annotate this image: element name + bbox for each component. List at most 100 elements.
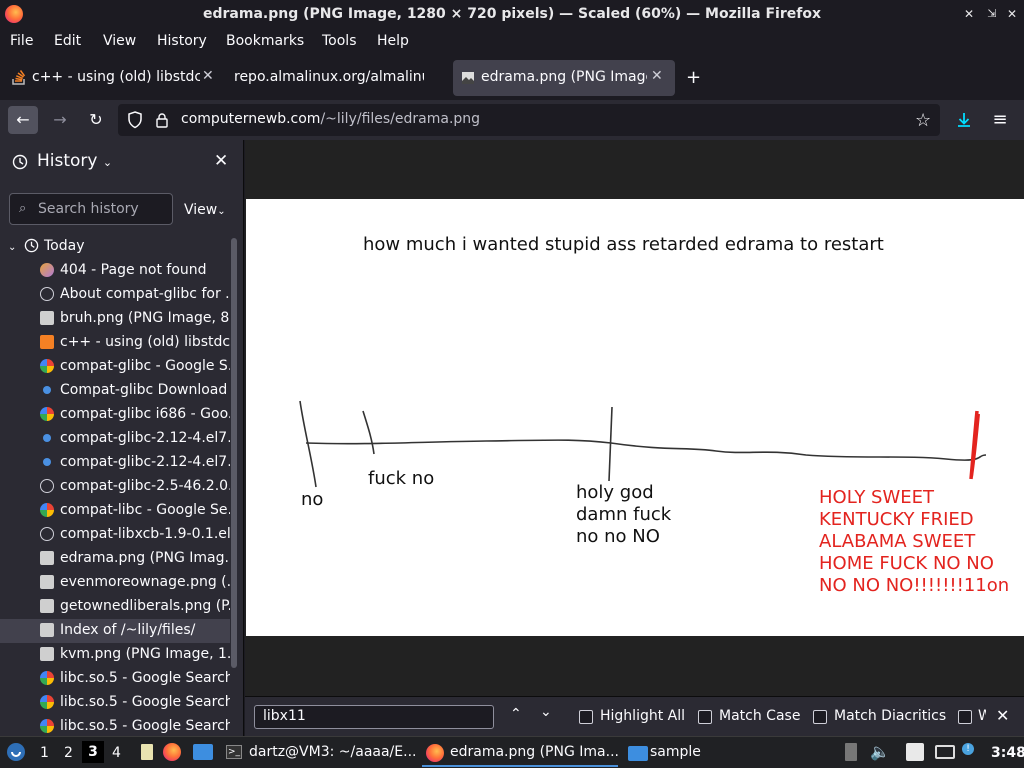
hamburger-menu-icon[interactable]: ≡: [985, 106, 1015, 134]
history-sidebar: History ⌄ ✕ ⌕ Search history View⌄ ⌄ Tod…: [0, 140, 244, 736]
history-item[interactable]: getownedliberals.png (P...: [38, 595, 230, 619]
match-diacritics-label: Match Diacritics: [834, 708, 947, 724]
sidebar-scrollbar[interactable]: [231, 238, 237, 668]
history-item[interactable]: compat-libxcb-1.9-0.1.el...: [38, 523, 230, 547]
maximize-icon[interactable]: ⇲: [983, 5, 1001, 23]
history-item[interactable]: About compat-glibc for ...: [38, 283, 230, 307]
history-item[interactable]: compat-glibc-2.12-4.el7...: [38, 427, 230, 451]
search-icon: ⌕: [19, 201, 27, 216]
sidebar-title[interactable]: History ⌄: [37, 151, 112, 171]
history-item[interactable]: compat-glibc - Google S...: [38, 355, 230, 379]
history-item-label: kvm.png (PNG Image, 1...: [60, 646, 230, 662]
find-previous-icon[interactable]: ⌃: [510, 706, 522, 722]
page-content: how much i wanted stupid ass retarded ed…: [245, 140, 1024, 696]
url-bar[interactable]: computernewb.com/~lily/files/edrama.png …: [118, 104, 940, 136]
menu-bar: File Edit View History Bookmarks Tools H…: [0, 30, 1024, 56]
menu-help[interactable]: Help: [377, 33, 409, 49]
close-tab-icon[interactable]: ✕: [651, 68, 663, 84]
history-item[interactable]: Index of /~lily/files/: [0, 619, 230, 643]
history-item-label: compat-libxcb-1.9-0.1.el...: [60, 526, 230, 542]
start-menu-icon[interactable]: [6, 742, 26, 766]
workspace-3[interactable]: 3: [82, 741, 104, 763]
history-item[interactable]: kvm.png (PNG Image, 1...: [38, 643, 230, 667]
clock[interactable]: 3:48: [991, 745, 1024, 761]
google-icon: [40, 503, 54, 517]
menu-file[interactable]: File: [10, 33, 33, 49]
globe-icon: [40, 527, 54, 541]
task-terminal[interactable]: >_ dartz@VM3: ~/aaaa/E...: [222, 739, 418, 767]
close-window-icon[interactable]: ✕: [1003, 5, 1021, 23]
menu-history[interactable]: History: [157, 33, 207, 49]
google-icon: [40, 407, 54, 421]
history-item[interactable]: compat-glibc-2.5-46.2.0...: [38, 475, 230, 499]
whole-words-checkbox[interactable]: [958, 710, 972, 724]
shield-icon[interactable]: [127, 111, 143, 133]
bookmark-star-icon[interactable]: ☆: [915, 110, 931, 131]
tab-almalinux-repo[interactable]: repo.almalinux.org/almalinu: [226, 60, 448, 96]
menu-tools[interactable]: Tools: [322, 33, 357, 49]
history-item[interactable]: libc.so.5 - Google Search: [38, 691, 230, 715]
history-item-label: libc.so.5 - Google Search: [60, 694, 230, 710]
history-item[interactable]: evenmoreownage.png (...: [38, 571, 230, 595]
workspace-4[interactable]: 4: [112, 745, 121, 761]
history-item[interactable]: 404 - Page not found: [38, 259, 230, 283]
url-text: computernewb.com/~lily/files/edrama.png: [181, 111, 481, 127]
close-tab-icon[interactable]: ✕: [202, 68, 214, 84]
history-item[interactable]: Compat-glibc Download ...: [38, 379, 230, 403]
image-icon: [40, 575, 54, 589]
new-tab-icon[interactable]: +: [686, 67, 701, 88]
tab-edrama-png[interactable]: edrama.png (PNG Image ✕: [453, 60, 675, 96]
history-item[interactable]: compat-glibc i686 - Goo...: [38, 403, 230, 427]
find-input[interactable]: libx11: [254, 705, 494, 729]
files-launcher-icon[interactable]: [193, 744, 213, 760]
firefox-launcher-icon[interactable]: [163, 743, 181, 761]
history-item[interactable]: libc.so.5 - Google Search: [38, 667, 230, 691]
minimize-icon[interactable]: ✕: [960, 5, 978, 23]
globe-icon: [40, 287, 54, 301]
displayed-image[interactable]: how much i wanted stupid ass retarded ed…: [246, 199, 1024, 636]
highlight-all-checkbox[interactable]: [579, 710, 593, 724]
window-titlebar: edrama.png (PNG Image, 1280 × 720 pixels…: [0, 0, 1024, 30]
history-item[interactable]: edrama.png (PNG Imag...: [38, 547, 230, 571]
google-icon: [40, 671, 54, 685]
search-history-input[interactable]: ⌕ Search history: [9, 193, 173, 225]
history-item[interactable]: c++ - using (old) libstdc...: [38, 331, 230, 355]
menu-edit[interactable]: Edit: [54, 33, 81, 49]
match-diacritics-checkbox[interactable]: [813, 710, 827, 724]
view-menu-button[interactable]: View⌄: [184, 202, 226, 218]
google-icon: [40, 359, 54, 373]
workspace-1[interactable]: 1: [40, 745, 49, 761]
workspace-2[interactable]: 2: [64, 745, 73, 761]
find-next-icon[interactable]: ⌄: [540, 704, 552, 720]
battery-icon[interactable]: [845, 743, 857, 761]
history-item-label: compat-glibc-2.12-4.el7...: [60, 430, 230, 446]
text-editor-icon[interactable]: [141, 744, 153, 760]
tab-cpp-libstdc[interactable]: c++ - using (old) libstdc+ ✕: [4, 60, 220, 96]
window-title: edrama.png (PNG Image, 1280 × 720 pixels…: [203, 6, 821, 22]
history-group-today[interactable]: ⌄ Today: [8, 238, 85, 254]
task-firefox[interactable]: edrama.png (PNG Ima...: [422, 739, 618, 767]
history-item[interactable]: compat-glibc-2.12-4.el7...: [38, 451, 230, 475]
close-findbar-icon[interactable]: ✕: [996, 706, 1009, 725]
close-sidebar-icon[interactable]: ✕: [214, 151, 228, 171]
network-icon[interactable]: [935, 745, 955, 759]
reload-icon[interactable]: ↻: [81, 106, 111, 134]
download-icon[interactable]: [949, 106, 979, 134]
whole-words-label: W: [978, 708, 986, 724]
image-icon: [40, 551, 54, 565]
history-item[interactable]: bruh.png (PNG Image, 8...: [38, 307, 230, 331]
task-folder-sample[interactable]: sample: [624, 739, 744, 767]
menu-bookmarks[interactable]: Bookmarks: [226, 33, 304, 49]
back-arrow-icon[interactable]: ←: [8, 106, 38, 134]
lock-icon[interactable]: [155, 112, 169, 132]
forward-arrow-icon[interactable]: →: [45, 106, 75, 134]
update-notifier-icon[interactable]: !: [962, 743, 974, 755]
history-item[interactable]: compat-libc - Google Se...: [38, 499, 230, 523]
highlight-all-label: Highlight All: [600, 708, 686, 724]
match-case-checkbox[interactable]: [698, 710, 712, 724]
volume-icon[interactable]: 🔈: [870, 742, 890, 761]
globe-icon: [40, 479, 54, 493]
menu-view[interactable]: View: [103, 33, 136, 49]
clipboard-icon[interactable]: [906, 743, 924, 761]
chevron-down-icon: ⌄: [102, 156, 113, 169]
